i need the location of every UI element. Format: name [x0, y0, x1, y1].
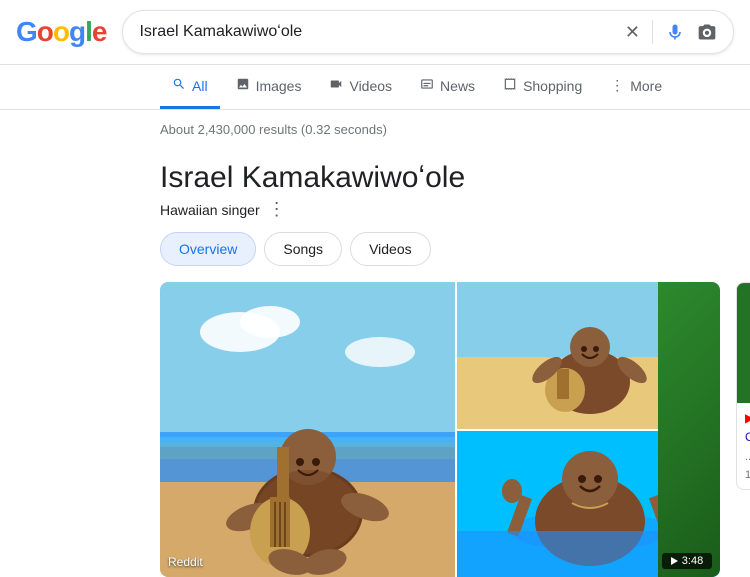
search-input[interactable]: Israel Kamakawiwoʻole	[139, 23, 616, 41]
kp-tabs: Overview Songs Videos	[160, 232, 750, 266]
kp-tab-songs[interactable]: Songs	[264, 232, 342, 266]
image-grid[interactable]: Reddit	[160, 282, 720, 577]
video-thumbnail[interactable]: 3:48	[737, 283, 750, 403]
tab-news-label: News	[440, 78, 475, 94]
kp-tab-overview[interactable]: Overview	[160, 232, 256, 266]
tab-all[interactable]: All	[160, 65, 220, 109]
news-icon	[420, 77, 434, 94]
search-bar[interactable]: Israel Kamakawiwoʻole ✕	[122, 10, 734, 54]
tab-images[interactable]: Images	[224, 65, 314, 109]
tab-images-label: Images	[256, 78, 302, 94]
image-label: Reddit	[168, 555, 203, 569]
video-duration-badge: 3:48	[662, 553, 712, 569]
shopping-icon	[503, 77, 517, 94]
image-main[interactable]: Reddit	[160, 282, 455, 577]
voice-search-button[interactable]	[665, 22, 685, 42]
kp-more-button[interactable]: ⋮	[268, 199, 286, 220]
tab-all-label: All	[192, 78, 208, 94]
results-info: About 2,430,000 results (0.32 seconds)	[0, 114, 750, 145]
tab-shopping[interactable]: Shopping	[491, 65, 594, 109]
image-search-button[interactable]	[697, 22, 717, 42]
divider	[652, 20, 653, 44]
nav-tabs: All Images Videos News Shopping ⋮ More	[0, 65, 750, 110]
tab-news[interactable]: News	[408, 65, 487, 109]
images-icon	[236, 77, 250, 94]
tab-shopping-label: Shopping	[523, 78, 582, 94]
tab-videos-label: Videos	[349, 78, 392, 94]
header: Google Israel Kamakawiwoʻole ✕	[0, 0, 750, 65]
tab-videos[interactable]: Videos	[317, 65, 404, 109]
video-meta: ▶ YouTube OFFICI... Rainbow... ... Best …	[737, 403, 750, 489]
play-icon	[671, 557, 678, 565]
video-date: 12 Apr 2...	[745, 469, 750, 481]
video-source: ▶ YouTube	[745, 411, 750, 425]
youtube-icon: ▶	[745, 411, 750, 425]
clear-button[interactable]: ✕	[625, 22, 640, 43]
search-icons: ✕	[625, 20, 717, 44]
video-card[interactable]: 3:48 ▶ YouTube OFFICI... Rainbow... ... …	[736, 282, 750, 490]
videos-icon	[329, 77, 343, 94]
video-title[interactable]: OFFICI... Rainbow...	[745, 429, 750, 446]
main-content: Israel Kamakawiwoʻole Hawaiian singer ⋮ …	[160, 145, 750, 577]
kp-subtitle-row: Hawaiian singer ⋮	[160, 199, 750, 220]
more-icon: ⋮	[610, 77, 624, 94]
tab-more[interactable]: ⋮ More	[598, 65, 674, 109]
video-preview-partial[interactable]: 3:48	[658, 282, 720, 577]
video-desc: ... Best C... https://w...	[745, 450, 750, 465]
google-logo[interactable]: Google	[16, 16, 106, 48]
content-area: Israel Kamakawiwoʻole Hawaiian singer ⋮ …	[0, 145, 750, 577]
kp-tab-videos[interactable]: Videos	[350, 232, 431, 266]
kp-title: Israel Kamakawiwoʻole	[160, 161, 750, 195]
all-icon	[172, 77, 186, 94]
images-and-video: Reddit	[160, 282, 750, 577]
kp-subtitle: Hawaiian singer	[160, 202, 260, 218]
tab-more-label: More	[630, 78, 662, 94]
